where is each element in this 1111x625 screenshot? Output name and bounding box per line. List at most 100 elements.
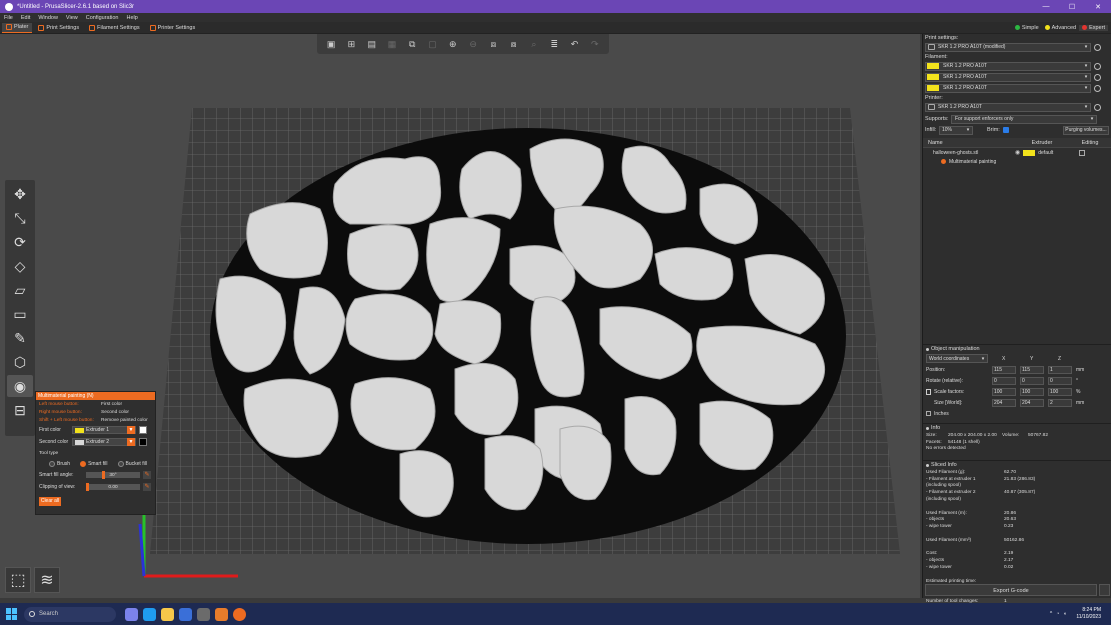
mode-expert[interactable]: Expert — [1079, 24, 1108, 31]
place-on-face-icon[interactable]: ◇ — [7, 255, 33, 277]
chevron-up-icon[interactable]: ^ — [1050, 611, 1052, 617]
rotation-z-input[interactable]: 0 — [1048, 376, 1072, 385]
slider-knob[interactable] — [102, 471, 105, 479]
move-icon[interactable]: ✥ — [7, 183, 33, 205]
position-z-input[interactable]: 1 — [1048, 365, 1072, 374]
menu-view[interactable]: View — [62, 15, 82, 21]
settings-icon[interactable] — [1094, 73, 1101, 81]
seam-painting-icon[interactable]: ⬡ — [7, 351, 33, 373]
first-color-select[interactable]: Extruder 1 ▼ — [72, 426, 136, 434]
smart-fill-angle-slider[interactable]: 30° — [86, 471, 140, 479]
coord-system-combo[interactable]: World coordinates ▾ — [926, 354, 988, 363]
preview-layers-icon[interactable]: ≋ — [34, 567, 60, 593]
app-icon[interactable] — [196, 607, 210, 621]
supports-combo[interactable]: For support enforcers only ▾ — [951, 114, 1097, 124]
printer-combo[interactable]: SKR 1.2 PRO A10T ▾ — [925, 102, 1091, 112]
scale-icon[interactable]: ⤡ — [7, 207, 33, 229]
filament-combo-2[interactable]: SKR 1.2 PRO A10T ▾ — [925, 72, 1091, 82]
settings-icon[interactable] — [1094, 43, 1101, 51]
filament-combo-3[interactable]: SKR 1.2 PRO A10T ▾ — [925, 83, 1091, 93]
clipping-slider[interactable]: 0.00 — [86, 483, 140, 491]
search-icon[interactable]: ⌕ — [527, 38, 541, 50]
position-y-input[interactable]: 115 — [1020, 365, 1044, 374]
edit-icon[interactable]: ✎ — [143, 471, 151, 479]
prusaslicer-taskbar-icon[interactable] — [232, 607, 246, 621]
mode-simple[interactable]: Simple — [1012, 25, 1042, 31]
size-z-input[interactable]: 2 — [1048, 398, 1072, 407]
3d-view-icon[interactable]: ⬚ — [5, 567, 31, 593]
settings-icon[interactable] — [1094, 62, 1101, 70]
delete-icon[interactable]: ⊞ — [344, 38, 358, 50]
filament-combo-1[interactable]: SKR 1.2 PRO A10T ▾ — [925, 61, 1091, 71]
purging-volumes-button[interactable]: Purging volumes... — [1063, 125, 1109, 135]
object-extruder[interactable]: default — [1038, 150, 1053, 156]
slider-knob[interactable] — [86, 483, 89, 491]
redo-icon[interactable]: ↷ — [588, 38, 602, 50]
radio-bucket-fill[interactable] — [117, 460, 124, 467]
paste-icon[interactable]: ▢ — [426, 38, 440, 50]
tab-plater[interactable]: Plater — [2, 22, 33, 33]
size-x-input[interactable]: 204 — [992, 398, 1016, 407]
scale-y-input[interactable]: 100 — [1020, 387, 1044, 396]
split-parts-icon[interactable]: ⧇ — [507, 38, 521, 50]
rotation-x-input[interactable]: 0 — [992, 376, 1016, 385]
add-instance-icon[interactable]: ⊕ — [446, 38, 460, 50]
tab-filament-settings[interactable]: Filament Settings — [85, 23, 144, 33]
copy-icon[interactable]: ⧉ — [405, 38, 419, 50]
minimize-button[interactable]: — — [1033, 3, 1059, 11]
second-color-swatch[interactable] — [139, 438, 147, 446]
radio-smart-fill[interactable] — [80, 460, 87, 467]
mmu-painting-icon[interactable]: ◉ — [7, 375, 33, 397]
edge-icon[interactable] — [142, 607, 156, 621]
tab-print-settings[interactable]: Print Settings — [34, 23, 83, 33]
send-to-printer-icon[interactable] — [1099, 584, 1110, 596]
3d-viewport[interactable]: ▣ ⊞ ▤ ▦ ⧉ ▢ ⊕ ⊖ ⧈ ⧇ ⌕ ≣ ↶ ↷ ✥ ⤡ ⟳ ◇ ▱ ▭ … — [0, 34, 920, 598]
print-settings-combo[interactable]: SKR 1.2 PRO A10T (modified) ▾ — [925, 42, 1091, 52]
scale-x-input[interactable]: 100 — [992, 387, 1016, 396]
remove-instance-icon[interactable]: ⊖ — [466, 38, 480, 50]
first-color-swatch[interactable] — [139, 426, 147, 434]
menu-help[interactable]: Help — [122, 15, 141, 21]
arrange-icon[interactable]: ▦ — [385, 38, 399, 50]
clock[interactable]: 8:24 PM 11/10/2023 — [1076, 607, 1101, 621]
volume-icon[interactable]: ◖ — [1063, 611, 1066, 617]
store-icon[interactable] — [178, 607, 192, 621]
infill-combo[interactable]: 10% ▾ — [939, 125, 973, 135]
object-row[interactable]: halloween-ghosts.stl ◉ default — [923, 148, 1111, 157]
menu-window[interactable]: Window — [34, 15, 62, 21]
scale-z-input[interactable]: 100 — [1048, 387, 1072, 396]
undo-icon[interactable]: ↶ — [568, 38, 582, 50]
taskbar-search[interactable]: Search — [24, 606, 116, 622]
delete-all-icon[interactable]: ▤ — [365, 38, 379, 50]
size-y-input[interactable]: 204 — [1020, 398, 1044, 407]
teams-icon[interactable] — [124, 607, 138, 621]
close-button[interactable]: ✕ — [1085, 3, 1111, 11]
windows-start-icon[interactable] — [6, 608, 18, 620]
hollow-icon[interactable]: ▭ — [7, 303, 33, 325]
rotate-icon[interactable]: ⟳ — [7, 231, 33, 253]
maximize-button[interactable]: ☐ — [1059, 3, 1085, 11]
settings-icon[interactable] — [1094, 84, 1101, 92]
menu-edit[interactable]: Edit — [17, 15, 34, 21]
menu-configuration[interactable]: Configuration — [82, 15, 123, 21]
mode-advanced[interactable]: Advanced — [1042, 25, 1079, 31]
export-gcode-button[interactable]: Export G-code — [925, 584, 1097, 596]
edit-object-icon[interactable] — [1079, 149, 1086, 156]
inches-checkbox[interactable] — [926, 411, 931, 416]
wifi-icon[interactable]: ◔ — [1056, 611, 1059, 617]
position-x-input[interactable]: 115 — [992, 365, 1016, 374]
file-explorer-icon[interactable] — [160, 607, 174, 621]
edit-icon[interactable]: ✎ — [143, 483, 151, 491]
app-icon[interactable] — [214, 607, 228, 621]
cut-icon[interactable]: ▱ — [7, 279, 33, 301]
eye-icon[interactable]: ◉ — [1015, 149, 1020, 156]
layers-editing-icon[interactable]: ≣ — [547, 38, 561, 50]
lock-icon[interactable] — [926, 388, 931, 395]
clear-all-button[interactable]: Clear all — [39, 497, 61, 506]
settings-icon[interactable] — [1094, 103, 1101, 111]
add-icon[interactable]: ▣ — [324, 38, 338, 50]
brim-checkbox[interactable] — [1002, 127, 1009, 133]
rotation-y-input[interactable]: 0 — [1020, 376, 1044, 385]
radio-brush[interactable] — [49, 460, 55, 467]
measure-icon[interactable]: ⊟ — [7, 399, 33, 421]
